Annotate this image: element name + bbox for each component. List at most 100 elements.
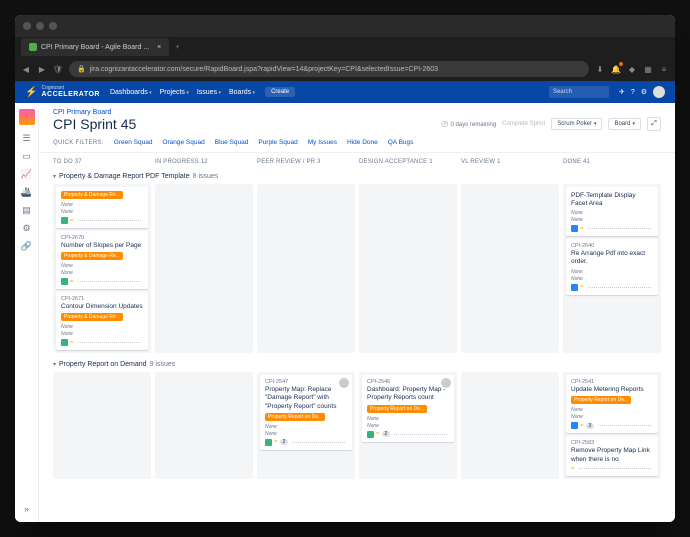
user-avatar[interactable] xyxy=(653,86,665,98)
issue-card[interactable]: CPI-2640 Re Arrange Pdf into exact order… xyxy=(566,239,658,294)
board-column[interactable]: Property & Damage Re... None None = CPI-… xyxy=(53,184,151,353)
lock-icon: 🔒 xyxy=(77,65,86,73)
browser-tab-strip: CPI Primary Board - Agile Board ... × + xyxy=(15,37,675,57)
create-button[interactable]: Create xyxy=(265,87,295,97)
back-icon[interactable]: ◀ xyxy=(21,64,31,74)
reports-icon[interactable]: 📈 xyxy=(22,169,32,179)
issue-type-icon xyxy=(61,217,68,224)
filter-hide-done[interactable]: Hide Done xyxy=(347,139,378,146)
board-column[interactable] xyxy=(257,184,355,353)
meta-field: None xyxy=(61,202,143,208)
extensions-icon[interactable]: ▦ xyxy=(643,64,653,74)
menu-icon[interactable]: ≡ xyxy=(659,64,669,74)
col-header-design: DESIGN ACCEPTANCE 1 xyxy=(359,159,457,165)
shield-icon[interactable]: 🛡 xyxy=(53,64,63,74)
meta-field: None xyxy=(571,210,653,216)
issue-card[interactable]: PDF-Template Display Facet Area None Non… xyxy=(566,187,658,236)
board-dropdown[interactable]: Board xyxy=(608,118,641,130)
issue-title: Re Arrange Pdf into exact order. xyxy=(571,250,653,266)
board-column[interactable] xyxy=(461,184,559,353)
board-column[interactable] xyxy=(359,184,457,353)
board-column[interactable] xyxy=(461,372,559,478)
url-field[interactable]: 🔒 jira.cognizantaccelerator.com/secure/R… xyxy=(69,61,589,77)
new-tab-button[interactable]: + xyxy=(175,44,179,51)
meta-field: None xyxy=(265,424,347,430)
jira-top-nav: ⚡ Cognizant ACCELERATOR Dashboards Proje… xyxy=(15,81,675,103)
assignee-avatar[interactable] xyxy=(441,378,451,388)
complete-sprint-button[interactable]: Complete Sprint xyxy=(502,121,545,127)
priority-icon: = xyxy=(70,218,74,224)
assignee-avatar[interactable] xyxy=(339,378,349,388)
meta-field: None xyxy=(571,217,653,223)
components-icon[interactable]: ⚙ xyxy=(22,223,32,233)
priority-icon: = xyxy=(376,431,380,437)
url-bar: ◀ ▶ 🛡 🔒 jira.cognizantaccelerator.com/se… xyxy=(15,57,675,81)
download-icon[interactable]: ⬇ xyxy=(595,64,605,74)
epic-tag[interactable]: Property & Damage Re... xyxy=(61,252,123,260)
issue-card[interactable]: CPI-2547 Property Map: Replace "Damage R… xyxy=(260,375,352,449)
board-icon[interactable]: ▭ xyxy=(22,151,32,161)
menu-dashboards[interactable]: Dashboards xyxy=(110,89,152,96)
filter-my-issues[interactable]: My Issues xyxy=(308,139,337,146)
app-logo[interactable]: ⚡ Cognizant ACCELERATOR xyxy=(25,86,100,98)
filter-blue-squad[interactable]: Blue Squad xyxy=(215,139,249,146)
board-column[interactable]: PDF-Template Display Facet Area None Non… xyxy=(563,184,661,353)
menu-boards[interactable]: Boards xyxy=(229,89,255,96)
filter-qa-bugs[interactable]: QA Bugs xyxy=(388,139,414,146)
swimlane-row: CPI-2547 Property Map: Replace "Damage R… xyxy=(53,372,661,478)
menu-projects[interactable]: Projects xyxy=(160,89,189,96)
issue-type-icon xyxy=(571,422,578,429)
priority-icon: = xyxy=(580,423,584,429)
epic-tag[interactable]: Property Report on De... xyxy=(265,413,325,421)
feedback-icon[interactable]: ✈ xyxy=(619,88,625,96)
browser-tab[interactable]: CPI Primary Board - Agile Board ... × xyxy=(21,38,169,56)
settings-icon[interactable]: ⚙ xyxy=(641,88,647,96)
fullscreen-icon[interactable]: ⤢ xyxy=(647,117,661,131)
board-column[interactable]: CPI-2546 Dashboard: Property Map - Prope… xyxy=(359,372,457,478)
zoom-traffic-light[interactable] xyxy=(49,22,57,30)
board-column[interactable] xyxy=(155,372,253,478)
tab-close-icon[interactable]: × xyxy=(157,44,161,51)
project-avatar[interactable] xyxy=(19,109,35,125)
filter-purple-squad[interactable]: Purple Squad xyxy=(258,139,297,146)
board-column[interactable]: CPI-2547 Property Map: Replace "Damage R… xyxy=(257,372,355,478)
epic-tag[interactable]: Property Report on De... xyxy=(571,396,631,404)
help-icon[interactable]: ? xyxy=(631,89,635,96)
epic-tag[interactable]: Property & Damage Re... xyxy=(61,313,123,321)
issue-card[interactable]: CPI-2671 Contour Dimension Updates Prope… xyxy=(56,292,148,350)
minimize-traffic-light[interactable] xyxy=(36,22,44,30)
logo-icon: ⚡ xyxy=(25,87,37,98)
epic-tag[interactable]: Property Report on De... xyxy=(367,405,427,413)
board-column[interactable] xyxy=(53,372,151,478)
expand-sidebar-icon[interactable]: » xyxy=(24,504,29,514)
breadcrumb[interactable]: CPI Primary Board xyxy=(53,109,661,116)
epic-tag[interactable]: Property & Damage Re... xyxy=(61,191,123,199)
swimlane-header[interactable]: Property Report on Demand 9 issues xyxy=(53,357,661,372)
close-traffic-light[interactable] xyxy=(23,22,31,30)
issues-icon[interactable]: ▤ xyxy=(22,205,32,215)
search-input[interactable]: Search xyxy=(549,86,609,98)
meta-field: None xyxy=(61,270,143,276)
backlog-icon[interactable]: ☰ xyxy=(22,133,32,143)
menu-issues[interactable]: Issues xyxy=(197,89,221,96)
issue-card[interactable]: CPI-2583 Remove Property Map Link when t… xyxy=(566,436,658,475)
scrum-poker-button[interactable]: Scrum Poker xyxy=(551,118,602,130)
filter-orange-squad[interactable]: Orange Squad xyxy=(162,139,204,146)
issue-card[interactable]: Property & Damage Re... None None = xyxy=(56,187,148,228)
bell-icon[interactable]: 🔔 xyxy=(611,64,621,74)
issue-card[interactable]: CPI-2546 Dashboard: Property Map - Prope… xyxy=(362,375,454,441)
board-column[interactable] xyxy=(155,184,253,353)
issue-type-icon xyxy=(265,439,272,446)
priority-icon: = xyxy=(70,279,74,285)
search-placeholder: Search xyxy=(553,89,572,95)
link-icon[interactable]: 🔗 xyxy=(22,241,32,251)
filter-green-squad[interactable]: Green Squad xyxy=(114,139,153,146)
meta-field: None xyxy=(61,331,143,337)
issue-card[interactable]: CPI-2541 Update Metering Reports Propert… xyxy=(566,375,658,433)
releases-icon[interactable]: 🚢 xyxy=(22,187,32,197)
issue-card[interactable]: CPI-2670 Number of Slopes per Page Prope… xyxy=(56,231,148,289)
forward-icon[interactable]: ▶ xyxy=(37,64,47,74)
board-column[interactable]: CPI-2541 Update Metering Reports Propert… xyxy=(563,372,661,478)
pocket-icon[interactable]: ◆ xyxy=(627,64,637,74)
swimlane-header[interactable]: Property & Damage Report PDF Template 8 … xyxy=(53,169,661,184)
